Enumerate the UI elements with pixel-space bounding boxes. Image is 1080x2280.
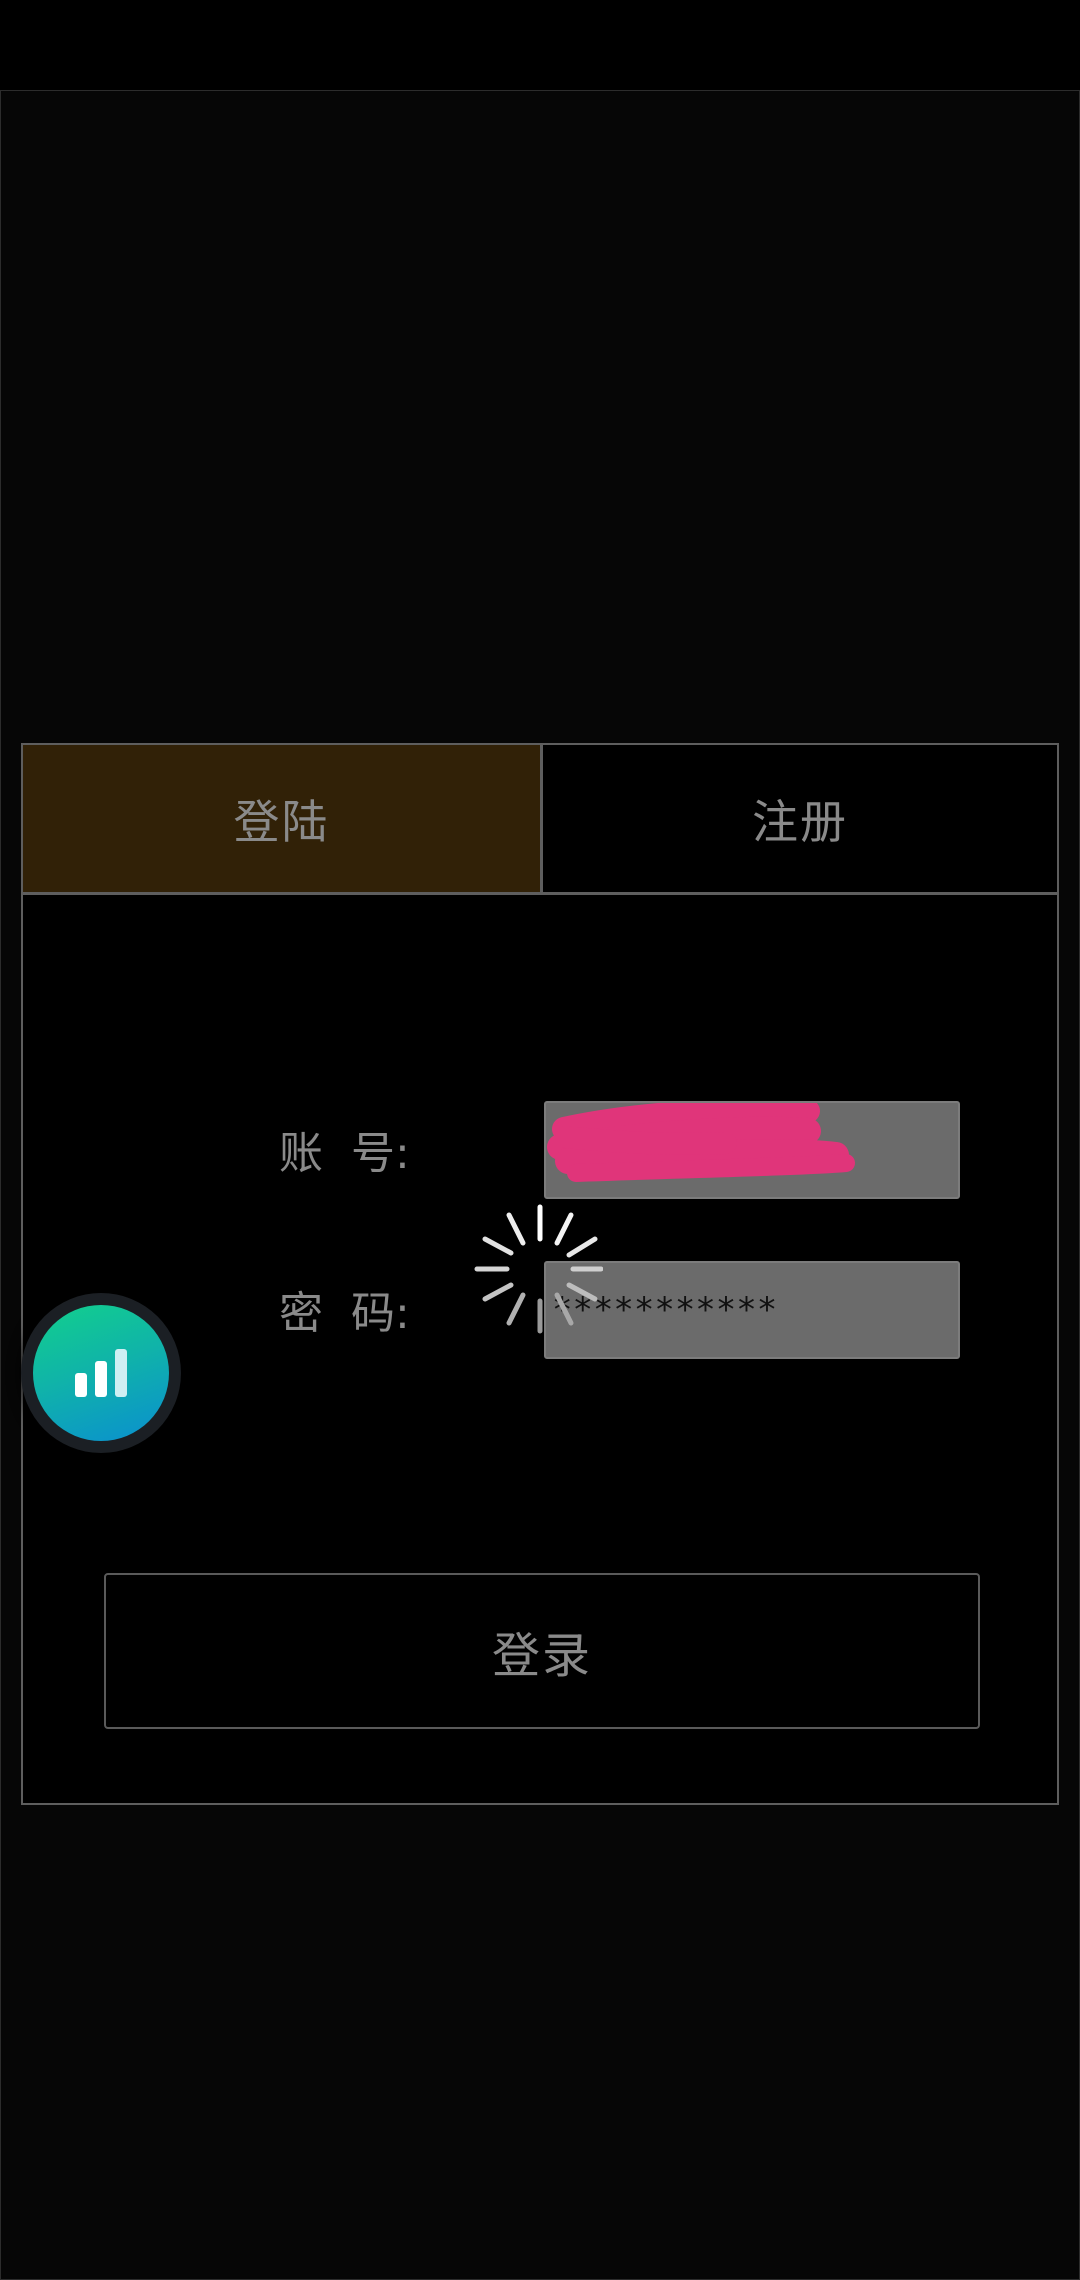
app-screen: 登陆 注册 账 号: ca 密 码: *********** 登录 xyxy=(0,90,1080,2280)
login-button[interactable]: 登录 xyxy=(104,1573,980,1729)
status-bar xyxy=(0,0,1080,90)
tab-register[interactable]: 注册 xyxy=(543,745,1057,895)
password-label: 密 码: xyxy=(279,1288,410,1339)
bar-chart-icon xyxy=(75,1349,127,1397)
tab-login-label: 登陆 xyxy=(233,794,330,849)
account-input-value: ca xyxy=(552,1130,593,1170)
floating-button-face xyxy=(33,1305,169,1441)
redaction-scribble xyxy=(547,1103,855,1182)
account-input[interactable]: ca xyxy=(544,1101,960,1199)
login-button-label: 登录 xyxy=(491,1628,592,1684)
floating-assistant-button[interactable] xyxy=(21,1293,181,1453)
tab-register-label: 注册 xyxy=(752,794,848,849)
account-label: 账 号: xyxy=(279,1128,410,1179)
tab-login[interactable]: 登陆 xyxy=(23,745,543,895)
password-input[interactable]: *********** xyxy=(544,1261,960,1359)
loading-spinner-icon xyxy=(474,1204,603,1334)
